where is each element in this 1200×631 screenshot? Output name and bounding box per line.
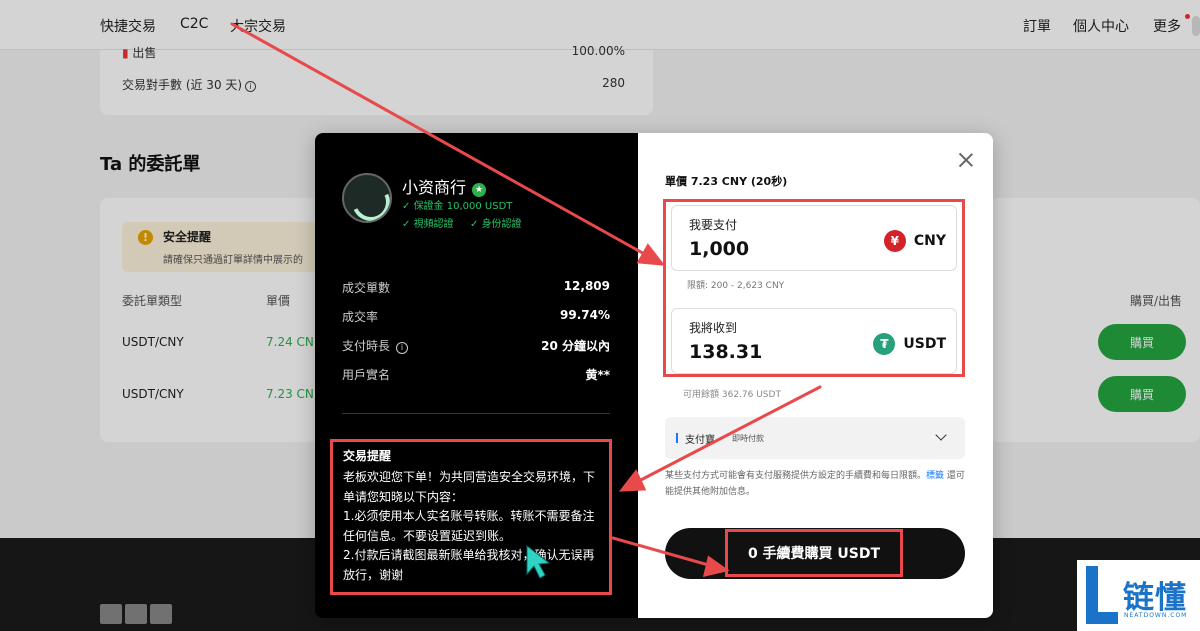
buy-usdt-button-label: 0 手續費購買 USDT xyxy=(725,529,903,577)
receive-currency: ₮ USDT xyxy=(873,333,946,355)
close-icon[interactable] xyxy=(959,153,973,167)
merchant-avatar xyxy=(342,173,392,223)
id-verified-badge: ✓ 身份認證 xyxy=(470,219,522,230)
stat-realname-label: 用戶實名 xyxy=(342,368,391,382)
pay-label: 我要支付 xyxy=(689,218,738,232)
chevron-down-icon xyxy=(935,429,947,441)
amount-highlight-box: 我要支付 1,000 ¥ CNY 限額: 200 - 2,623 CNY 我將收… xyxy=(663,199,965,377)
stat-completion-value: 99.74% xyxy=(560,308,610,322)
limit-text: 限額: 200 - 2,623 CNY xyxy=(687,281,785,291)
divider xyxy=(342,413,610,414)
stat-realname-value: 黄** xyxy=(585,368,610,382)
watermark-l-icon xyxy=(1086,566,1118,624)
watermark-sub: NEATDOWN.COM xyxy=(1124,612,1188,619)
video-verified-badge: ✓ 視頻認證 xyxy=(402,219,454,230)
stat-completion-label: 成交率 xyxy=(342,310,379,324)
pay-amount-field[interactable]: 我要支付 1,000 ¥ CNY xyxy=(671,205,957,271)
alipay-marker xyxy=(676,433,678,443)
trade-panel: 單價 7.23 CNY (20秒) 我要支付 1,000 ¥ CNY 限額: 2… xyxy=(638,133,993,618)
stat-pay-time-value: 20 分鐘以內 xyxy=(541,339,610,353)
pay-currency: ¥ CNY xyxy=(883,230,946,252)
tag-link[interactable]: 標籤 xyxy=(926,471,944,481)
unit-price: 單價 7.23 CNY (20秒) xyxy=(665,175,788,188)
deposit-badge: ✓ 保證金 10,000 USDT xyxy=(402,201,513,212)
stat-orders-label: 成交單數 xyxy=(342,281,391,295)
watermark-text: 链懂 xyxy=(1123,580,1187,616)
cny-icon: ¥ xyxy=(883,230,906,252)
usdt-icon: ₮ xyxy=(873,333,896,355)
trade-notice: 交易提醒 老板欢迎您下单！为共同营造安全交易环境，下单请您知晓以下内容： 1.必… xyxy=(330,439,612,595)
buy-usdt-button[interactable]: 0 手續費購買 USDT xyxy=(665,528,965,579)
merchant-name: 小资商行 ★ xyxy=(402,174,487,198)
payment-method-name: 支付寶 xyxy=(685,435,715,446)
payment-method-sub: 即時付款 xyxy=(732,434,764,443)
fee-note: 某些支付方式可能會有支付服務提供方設定的手續費和每日限額。標籤 還可能提供其他附… xyxy=(665,471,965,497)
stat-pay-time-label: 支付時長 i xyxy=(342,337,409,354)
receive-value[interactable]: 138.31 xyxy=(689,341,762,363)
receive-label: 我將收到 xyxy=(689,321,738,335)
available-balance: 可用餘額 362.76 USDT xyxy=(683,390,781,400)
buy-order-modal: 小资商行 ★ ✓ 保證金 10,000 USDT ✓ 視頻認證 ✓ 身份認證 成交… xyxy=(315,133,993,618)
verified-badge-icon: ★ xyxy=(472,183,487,197)
watermark-logo: 链懂 NEATDOWN.COM xyxy=(1077,560,1200,631)
notice-title: 交易提醒 xyxy=(343,449,392,463)
notice-text: 老板欢迎您下单！为共同营造安全交易环境，下单请您知晓以下内容： 1.必须使用本人… xyxy=(343,470,596,582)
stat-orders-value: 12,809 xyxy=(563,279,610,293)
pay-value[interactable]: 1,000 xyxy=(689,238,749,260)
merchant-panel: 小资商行 ★ ✓ 保證金 10,000 USDT ✓ 視頻認證 ✓ 身份認證 成交… xyxy=(315,133,638,618)
info-icon[interactable]: i xyxy=(396,342,409,354)
payment-method-select[interactable]: 支付寶 即時付款 xyxy=(665,417,965,459)
receive-amount-field[interactable]: 我將收到 138.31 ₮ USDT xyxy=(671,308,957,374)
